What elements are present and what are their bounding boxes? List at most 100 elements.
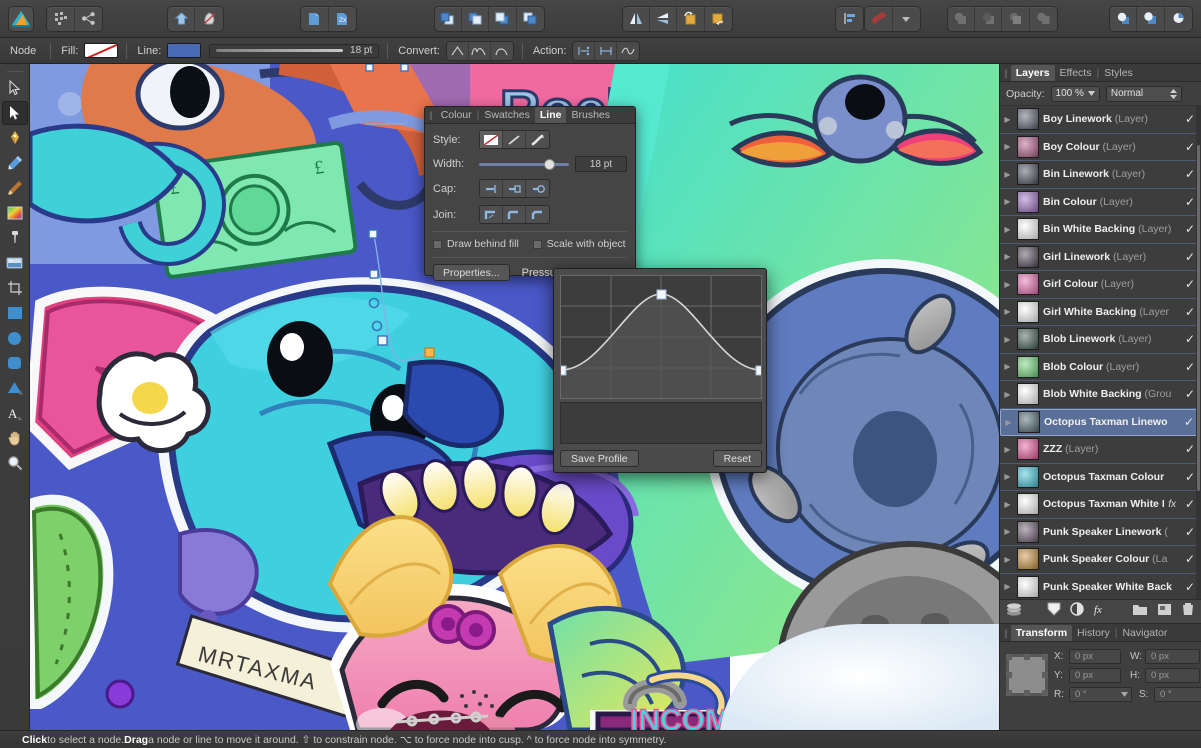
no-stroke-icon[interactable] — [480, 131, 503, 148]
layer-expand-caret-icon[interactable]: ▶ — [1002, 142, 1013, 151]
share-icon[interactable] — [75, 7, 102, 31]
line-swatch[interactable] — [167, 43, 201, 58]
layer-row[interactable]: ▶ZZZ (Layer)✓ — [1000, 436, 1201, 464]
layer-visibility-checkbox[interactable]: ✓ — [1183, 525, 1197, 539]
layer-expand-caret-icon[interactable]: ▶ — [1002, 335, 1013, 344]
layer-row[interactable]: ▶Boy Linework (Layer)✓ — [1000, 106, 1201, 134]
pen-tool[interactable] — [2, 126, 28, 150]
layer-visibility-checkbox[interactable]: ✓ — [1183, 332, 1197, 346]
rotate-right-icon[interactable] — [705, 7, 732, 31]
layer-expand-caret-icon[interactable]: ▶ — [1002, 197, 1013, 206]
scale-with-object-checkbox[interactable]: Scale with object — [533, 238, 626, 250]
layer-row[interactable]: ▶Girl White Backing (Layer✓ — [1000, 299, 1201, 327]
paintbrush-tool[interactable] — [2, 176, 28, 200]
layer-row[interactable]: ▶Blob White Backing (Grou✓ — [1000, 381, 1201, 409]
combine-icon[interactable] — [1110, 7, 1137, 31]
panel-grip-icon[interactable]: || — [429, 110, 436, 120]
colour-picker-tool[interactable] — [2, 226, 28, 250]
pressure-curve-editor[interactable] — [560, 275, 762, 399]
tab-styles[interactable]: Styles — [1099, 65, 1138, 81]
tab-swatches[interactable]: Swatches — [479, 107, 535, 123]
rotate-left-icon[interactable] — [677, 7, 704, 31]
line-width-slider[interactable] — [479, 158, 569, 170]
shear-field[interactable]: 0 ° — [1154, 687, 1201, 702]
reset-button[interactable]: Reset — [713, 450, 762, 467]
layer-row[interactable]: ▶Girl Linework (Layer)✓ — [1000, 244, 1201, 272]
stroke-width-slider[interactable]: 18 pt — [209, 44, 379, 58]
h-field[interactable]: 0 px — [1145, 668, 1200, 683]
flip-vertical-icon[interactable] — [650, 7, 677, 31]
layer-row[interactable]: ▶Octopus Taxman Linewo✓ — [1000, 409, 1201, 437]
layer-expand-caret-icon[interactable]: ▶ — [1002, 362, 1013, 371]
miter-join-icon[interactable] — [480, 206, 503, 223]
layer-expand-caret-icon[interactable]: ▶ — [1002, 390, 1013, 399]
x-field[interactable]: 0 px — [1069, 649, 1121, 664]
save-profile-button[interactable]: Save Profile — [560, 450, 639, 467]
tab-transform[interactable]: Transform — [1011, 625, 1072, 641]
square-cap-icon[interactable] — [526, 180, 549, 197]
layer-row[interactable]: ▶Bin Linework (Layer)✓ — [1000, 161, 1201, 189]
layers-scrollbar[interactable] — [1196, 106, 1201, 599]
new-group-icon[interactable] — [1132, 603, 1148, 621]
pencil-tool[interactable] — [2, 151, 28, 175]
boolean-intersect-icon[interactable] — [1002, 7, 1029, 31]
round-cap-icon[interactable] — [503, 180, 526, 197]
flip-horizontal-icon[interactable] — [623, 7, 650, 31]
mask-icon[interactable] — [1047, 602, 1061, 621]
node-tool[interactable] — [2, 101, 28, 125]
checkbox-box[interactable] — [433, 240, 442, 249]
rectangle-tool[interactable] — [2, 301, 28, 325]
layer-expand-caret-icon[interactable]: ▶ — [1002, 445, 1013, 454]
layer-visibility-checkbox[interactable]: ✓ — [1183, 305, 1197, 319]
layer-row[interactable]: ▶Octopus Taxman White Bfx✓ — [1000, 491, 1201, 519]
text-tool[interactable]: A — [2, 401, 28, 425]
blend-mode-dropdown[interactable]: Normal — [1106, 86, 1182, 102]
rounded-rectangle-tool[interactable] — [2, 351, 28, 375]
new-layer-icon[interactable] — [1157, 603, 1172, 621]
layer-expand-caret-icon[interactable]: ▶ — [1002, 527, 1013, 536]
layer-row[interactable]: ▶Blob Colour (Layer)✓ — [1000, 354, 1201, 382]
layer-fx-badge[interactable]: fx — [1168, 499, 1179, 510]
break-curve-icon[interactable] — [573, 42, 595, 60]
fill-swatch[interactable] — [84, 43, 118, 58]
merge-icon[interactable] — [1137, 7, 1164, 31]
smart-node-icon[interactable] — [491, 42, 513, 60]
tab-colour[interactable]: Colour — [436, 107, 477, 123]
layer-row[interactable]: ▶Punk Speaker Colour (La✓ — [1000, 546, 1201, 574]
layer-visibility-checkbox[interactable]: ✓ — [1183, 140, 1197, 154]
layer-expand-caret-icon[interactable]: ▶ — [1002, 500, 1013, 509]
delete-layer-icon[interactable] — [1181, 602, 1195, 621]
layer-visibility-checkbox[interactable]: ✓ — [1183, 580, 1197, 594]
layer-expand-caret-icon[interactable]: ▶ — [1002, 582, 1013, 591]
line-width-field[interactable]: 18 pt — [575, 156, 627, 172]
send-to-back-icon[interactable] — [517, 7, 544, 31]
y-field[interactable]: 0 px — [1069, 668, 1121, 683]
butt-cap-icon[interactable] — [480, 180, 503, 197]
node-break-icon[interactable] — [195, 7, 222, 31]
layer-visibility-checkbox[interactable]: ✓ — [1183, 250, 1197, 264]
solid-line-icon[interactable] — [503, 131, 526, 148]
boolean-add-icon[interactable] — [948, 7, 975, 31]
draw-behind-fill-checkbox[interactable]: Draw behind fill — [433, 238, 519, 250]
smooth-node-icon[interactable] — [469, 42, 491, 60]
grid-icon[interactable] — [47, 7, 74, 31]
app-logo-button[interactable] — [8, 6, 34, 32]
layer-expand-caret-icon[interactable]: ▶ — [1002, 170, 1013, 179]
layer-visibility-checkbox[interactable]: ✓ — [1183, 470, 1197, 484]
brush-stroke-style-icon[interactable] — [526, 131, 549, 148]
layer-visibility-checkbox[interactable]: ✓ — [1183, 552, 1197, 566]
fill-tool[interactable] — [2, 201, 28, 225]
layer-visibility-checkbox[interactable]: ✓ — [1183, 387, 1197, 401]
layer-row[interactable]: ▶Octopus Taxman Colour✓ — [1000, 464, 1201, 492]
layer-visibility-checkbox[interactable]: ✓ — [1183, 195, 1197, 209]
layer-visibility-checkbox[interactable]: ✓ — [1183, 167, 1197, 181]
send-backward-icon[interactable] — [489, 7, 516, 31]
align-icon[interactable] — [836, 7, 863, 31]
move-tool[interactable] — [2, 76, 28, 100]
adjustment-icon[interactable] — [1070, 602, 1084, 621]
checkbox-box[interactable] — [533, 240, 542, 249]
chevron-down-icon[interactable] — [893, 7, 920, 31]
layer-row[interactable]: ▶Boy Colour (Layer)✓ — [1000, 134, 1201, 162]
layer-visibility-checkbox[interactable]: ✓ — [1183, 222, 1197, 236]
layer-stack-icon[interactable] — [1006, 602, 1022, 621]
